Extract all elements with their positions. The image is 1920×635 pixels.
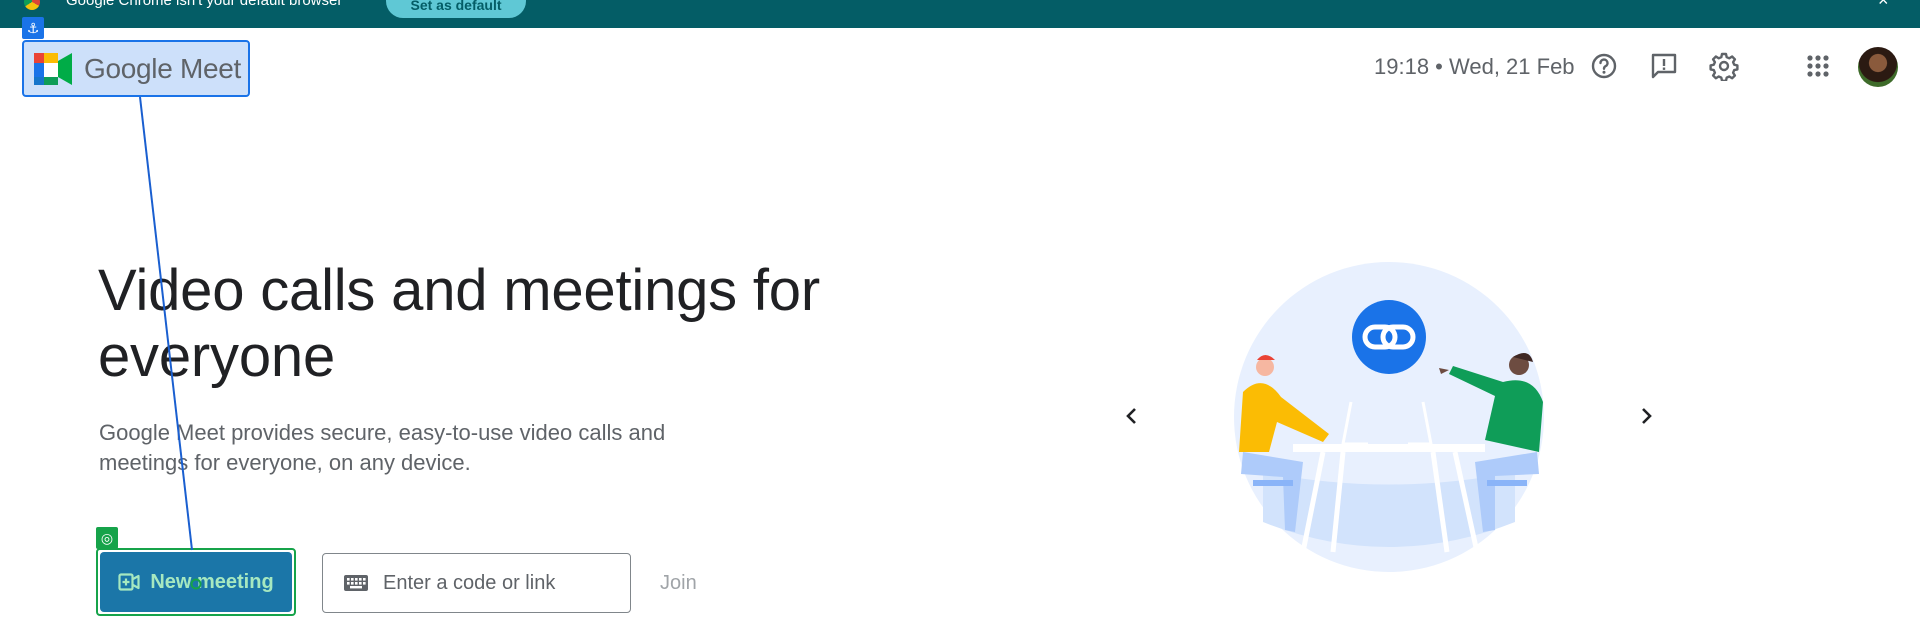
avatar[interactable] — [1858, 47, 1898, 87]
meeting-code-input[interactable] — [383, 571, 603, 595]
link-sharing-illustration — [1234, 262, 1544, 572]
banner-text: Google Chrome isn't your default browser — [66, 0, 343, 9]
set-default-button[interactable]: Set as default — [386, 0, 526, 18]
new-meeting-label: New meeting — [150, 570, 274, 593]
page-description: Google Meet provides secure, easy-to-use… — [99, 420, 666, 475]
chrome-logo-icon — [24, 0, 40, 10]
join-button[interactable]: Join — [660, 572, 697, 595]
apps-grid-icon[interactable] — [1802, 50, 1834, 82]
close-icon[interactable]: × — [1878, 0, 1889, 11]
keyboard-icon — [344, 575, 368, 591]
feedback-icon[interactable] — [1648, 50, 1680, 82]
anchor-icon: ⚓ — [22, 17, 44, 39]
meeting-code-field[interactable] — [322, 553, 631, 613]
new-meeting-button[interactable]: New meeting — [100, 552, 292, 612]
logo-meet-text: Meet — [179, 52, 242, 84]
chevron-right-icon[interactable] — [1628, 398, 1664, 434]
chevron-left-icon[interactable] — [1114, 398, 1150, 434]
settings-icon[interactable] — [1708, 50, 1740, 82]
google-meet-logo[interactable]: Google Meet — [22, 40, 250, 97]
logo-wordmark: Google Meet — [84, 53, 241, 85]
page-title: Video calls and meetings for everyone — [98, 258, 820, 389]
help-icon[interactable] — [1588, 50, 1620, 82]
current-datetime: 19:18 • Wed, 21 Feb — [1374, 54, 1575, 79]
default-browser-banner: Google Chrome isn't your default browser… — [0, 0, 1920, 28]
video-add-icon — [118, 573, 140, 591]
logo-google-text: Google — [84, 52, 173, 84]
meet-logo-icon — [30, 51, 74, 87]
target-icon: ◎ — [96, 527, 118, 549]
